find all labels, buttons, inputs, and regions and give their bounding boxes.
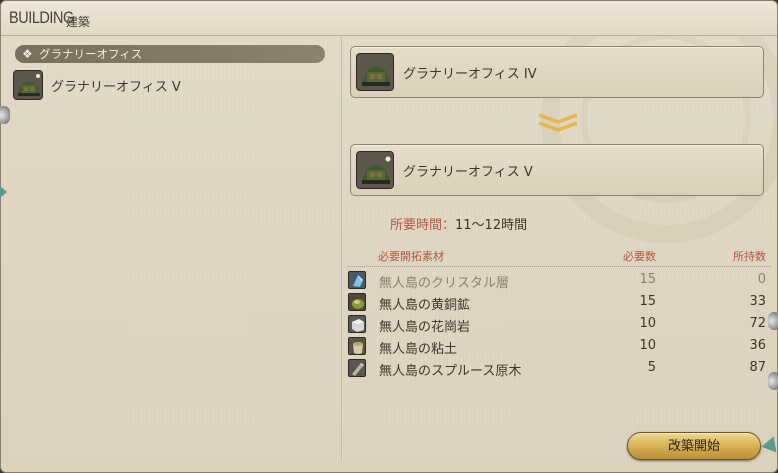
material-required: 10 [639,316,656,331]
material-required: 15 [639,294,656,309]
materials-header-name: 必要開拓素材 [378,250,444,263]
material-owned: 72 [749,316,766,331]
material-row[interactable]: 無人島のクリスタル層 15 0 [348,270,771,291]
material-required: 15 [639,272,656,287]
material-required: 10 [639,338,656,353]
required-time-label: 所要時間： [390,218,456,233]
material-name: 無人島のクリスタル層 [379,276,510,291]
list-item-granary-office-v[interactable]: グラナリーオフィス V [13,69,333,101]
material-owned: 0 [757,272,766,287]
material-row[interactable]: 無人島のスプルース原木 5 87 [348,358,771,379]
material-name: 無人島の黄銅鉱 [379,298,471,313]
building-window: BUILDING 建築 ❖ グラナリーオフィス グラナリーオフィス V グラナリ… [0,0,778,473]
next-building-card: グラナリーオフィス V [350,144,764,196]
material-row[interactable]: 無人島の黄銅鉱 15 33 [348,292,771,313]
materials-header-owned: 所持数 [733,250,766,263]
material-owned: 36 [749,338,766,353]
granary-office-icon [356,53,394,91]
category-label: グラナリーオフィス [39,47,143,61]
category-bullet-icon: ❖ [22,47,33,61]
required-time: 所要時間：11〜12時間 [390,214,527,233]
left-edge-arrow-icon[interactable] [0,186,7,198]
current-building-card: グラナリーオフィス IV [350,46,764,98]
list-item-label: グラナリーオフィス V [51,80,181,95]
granite-icon [348,315,366,333]
clay-icon [348,337,366,355]
start-renovation-button[interactable]: 改築開始 [627,432,761,460]
required-time-value: 11〜12時間 [455,218,528,233]
material-name: 無人島のスプルース原木 [379,364,522,379]
material-row[interactable]: 無人島の粘土 10 36 [348,336,771,357]
copper-ore-icon [348,293,366,311]
material-row[interactable]: 無人島の花崗岩 10 72 [348,314,771,335]
next-building-name: グラナリーオフィス V [403,165,533,180]
right-edge-ornament-icon [768,372,778,390]
material-required: 5 [647,360,656,375]
category-header-granary-office[interactable]: ❖ グラナリーオフィス [15,45,325,63]
panel-divider [341,37,343,462]
title-bar[interactable]: BUILDING 建築 [1,1,777,36]
material-owned: 33 [749,294,766,309]
material-name: 無人島の粘土 [379,342,458,357]
material-owned: 87 [749,360,766,375]
current-building-name: グラナリーオフィス IV [403,67,537,82]
window-title: BUILDING [9,8,74,27]
granary-office-icon [356,151,394,189]
spruce-log-icon [348,359,366,377]
window-subtitle: 建築 [66,15,91,29]
left-edge-ornament-icon [0,106,10,124]
granary-office-icon [13,70,43,100]
materials-header-required: 必要数 [623,250,656,263]
crystal-layer-icon [348,271,366,289]
materials-header: 必要開拓素材 必要数 所持数 [348,246,771,267]
material-name: 無人島の花崗岩 [379,320,471,335]
double-chevron-down-icon [538,113,578,132]
right-edge-ornament-icon [768,312,778,330]
